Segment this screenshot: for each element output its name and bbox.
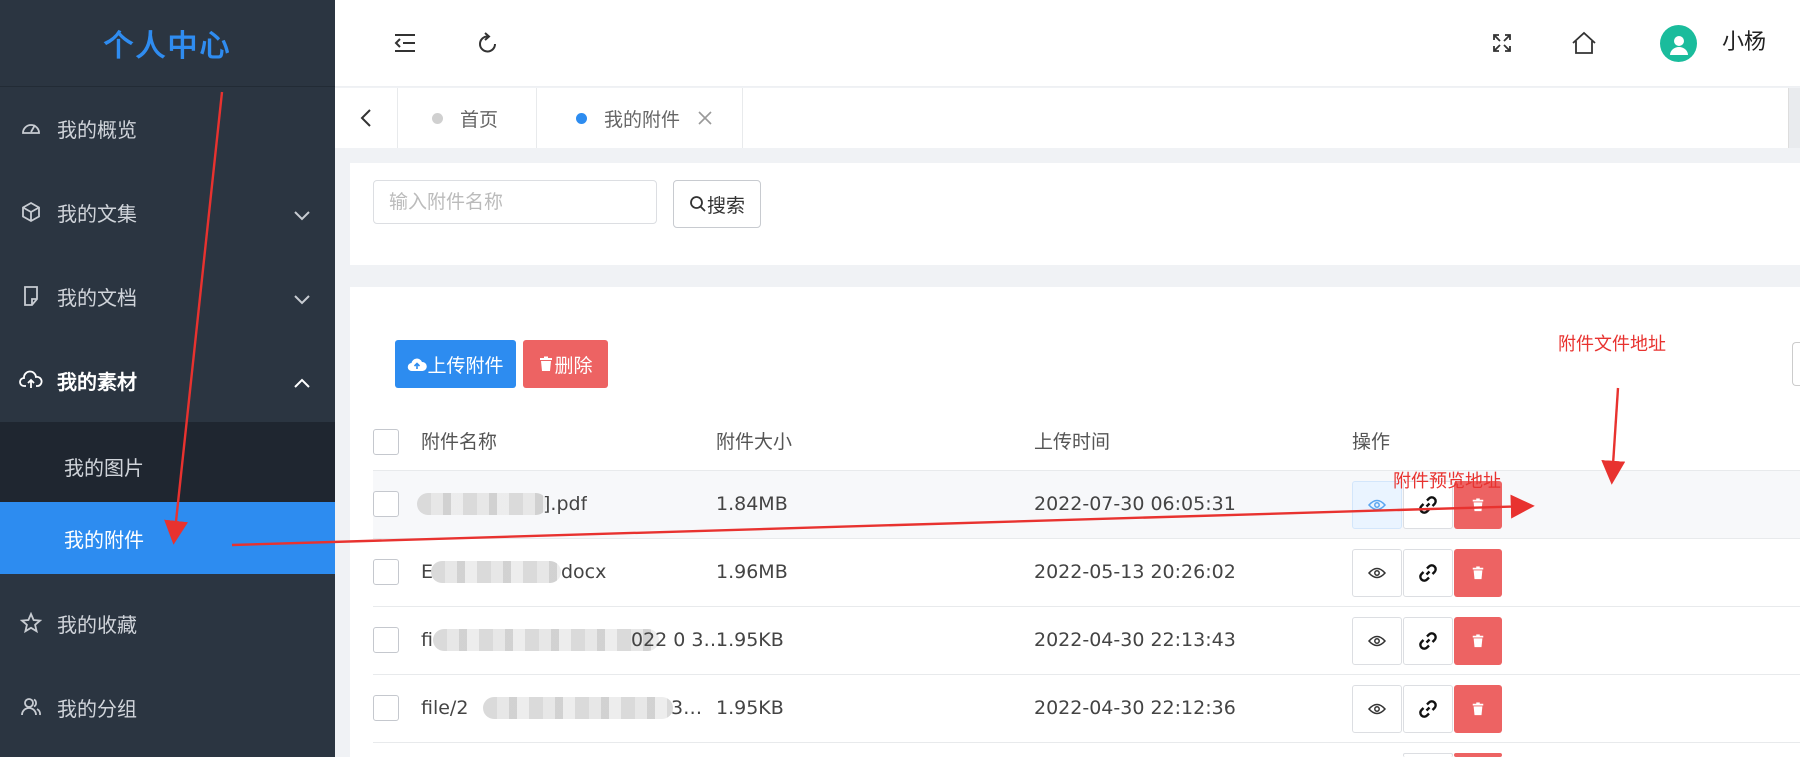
annotation-arrows	[164, 91, 1626, 547]
arrow-label-to-link	[1601, 387, 1626, 485]
arrow-title-to-attachments	[164, 91, 224, 545]
arrow-attachments-to-preview	[231, 494, 1535, 547]
